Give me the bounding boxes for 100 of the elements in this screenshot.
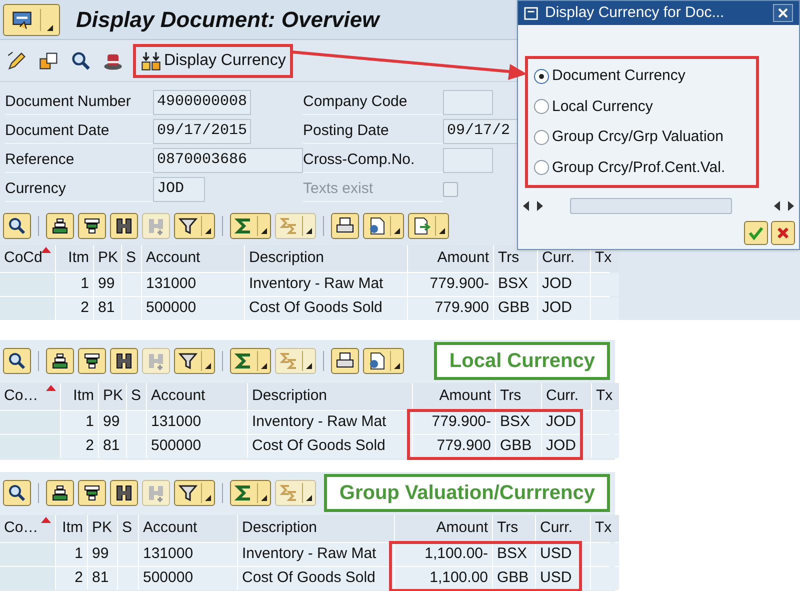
- radio-button[interactable]: [534, 160, 549, 176]
- column-header[interactable]: Account: [147, 383, 247, 410]
- column-header[interactable]: Co…: [0, 515, 55, 542]
- find-button[interactable]: [110, 213, 138, 239]
- column-header[interactable]: PK: [94, 245, 121, 272]
- print-button[interactable]: [331, 348, 359, 374]
- view-button[interactable]: [363, 348, 404, 374]
- scrollbar-thumb[interactable]: [570, 198, 732, 214]
- table-cell: 131000: [142, 273, 244, 296]
- column-header[interactable]: Curr.: [542, 383, 591, 410]
- table-cell: Inventory - Raw Mat: [245, 273, 407, 296]
- caret-icon: [47, 24, 53, 30]
- column-header[interactable]: Amount: [413, 383, 495, 410]
- table-cell: [0, 411, 60, 434]
- details-button[interactable]: [3, 348, 31, 374]
- filter-button[interactable]: [174, 348, 215, 374]
- column-header[interactable]: Co…: [0, 383, 60, 410]
- input-field[interactable]: [443, 90, 493, 115]
- sort-ascending-button[interactable]: [46, 213, 74, 239]
- column-header[interactable]: Tx: [592, 383, 619, 410]
- table-cell: [0, 297, 55, 320]
- column-header[interactable]: Trs: [494, 245, 537, 272]
- input-field[interactable]: 09/17/2015: [153, 119, 251, 144]
- sort-ascending-button[interactable]: [46, 348, 74, 374]
- radio-option[interactable]: Document Currency: [534, 65, 750, 88]
- table-cell: [122, 297, 141, 320]
- stack-icon: [82, 216, 102, 236]
- caret-icon: [205, 228, 211, 234]
- sort-descending-button[interactable]: [78, 348, 106, 374]
- table-cell: [118, 543, 138, 566]
- sort-descending-button[interactable]: [78, 213, 106, 239]
- radio-option[interactable]: Local Currency: [534, 96, 750, 118]
- table-cell: Inventory - Raw Mat: [248, 411, 412, 434]
- column-header[interactable]: Amount: [408, 245, 493, 272]
- scroll-right-icon[interactable]: [536, 201, 544, 211]
- column-header[interactable]: Trs: [496, 383, 541, 410]
- column-header[interactable]: PK: [88, 515, 117, 542]
- column-header[interactable]: Curr.: [536, 515, 590, 542]
- scroll-right-icon[interactable]: [787, 201, 795, 211]
- radio-button[interactable]: [534, 68, 549, 84]
- display-currency-button[interactable]: Display Currency: [136, 46, 290, 74]
- screen-title: Display Document: Overview: [76, 6, 380, 34]
- filter-button[interactable]: [174, 480, 215, 506]
- menu-button[interactable]: [3, 4, 60, 36]
- column-header[interactable]: Itm: [61, 383, 98, 410]
- caption-label: Local Currency: [434, 342, 610, 380]
- radio-option[interactable]: Group Crcy/Grp Valuation: [534, 126, 750, 148]
- column-header[interactable]: PK: [99, 383, 126, 410]
- scroll-left-icon[interactable]: [773, 201, 781, 211]
- column-header[interactable]: Itm: [56, 515, 87, 542]
- table-cell: 500000: [147, 435, 247, 458]
- column-header[interactable]: Amount: [395, 515, 492, 542]
- close-icon: [776, 226, 790, 240]
- column-header[interactable]: Trs: [493, 515, 535, 542]
- scroll-left-icon[interactable]: [522, 201, 530, 211]
- input-field[interactable]: 0870003686: [153, 148, 303, 173]
- find-button[interactable]: [110, 348, 138, 374]
- table-cell: 1,100.00: [395, 567, 492, 590]
- table-cell: [0, 543, 55, 566]
- column-header[interactable]: CoCd: [0, 245, 55, 272]
- column-header[interactable]: S: [118, 515, 138, 542]
- radio-option[interactable]: Group Crcy/Prof.Cent.Val.: [534, 156, 750, 179]
- input-field[interactable]: JOD: [153, 177, 205, 202]
- cancel-button[interactable]: [771, 221, 795, 245]
- table-cell: 81: [99, 435, 126, 458]
- radio-button[interactable]: [534, 130, 549, 145]
- print-button[interactable]: [331, 213, 359, 239]
- details-button[interactable]: [3, 480, 31, 506]
- total-button[interactable]: [230, 213, 271, 239]
- magnifier-icon: [70, 50, 92, 72]
- sort-descending-button[interactable]: [78, 480, 106, 506]
- column-header[interactable]: Account: [139, 515, 237, 542]
- filter-button[interactable]: [174, 213, 215, 239]
- export-button[interactable]: [408, 213, 449, 239]
- field-label: Texts exist: [303, 177, 443, 202]
- column-header[interactable]: Tx: [591, 515, 619, 542]
- total-button[interactable]: [230, 480, 271, 506]
- details-button[interactable]: [3, 213, 31, 239]
- radio-button[interactable]: [534, 99, 549, 114]
- column-header[interactable]: S: [122, 245, 141, 272]
- checkmark-icon: [748, 225, 764, 241]
- document-icon: [367, 216, 387, 236]
- column-header[interactable]: Account: [142, 245, 244, 272]
- total-button[interactable]: [230, 348, 271, 374]
- close-button[interactable]: [773, 4, 793, 22]
- find-button[interactable]: [110, 480, 138, 506]
- column-header[interactable]: Description: [248, 383, 412, 410]
- column-header[interactable]: Itm: [56, 245, 93, 272]
- column-header[interactable]: Description: [238, 515, 394, 542]
- stack-icon: [50, 483, 70, 503]
- ok-button[interactable]: [744, 221, 768, 245]
- sort-ascending-button[interactable]: [46, 480, 74, 506]
- sigma-icon: [279, 216, 299, 236]
- input-field[interactable]: [443, 148, 493, 173]
- table-cell: 1: [56, 273, 93, 296]
- column-header[interactable]: S: [127, 383, 146, 410]
- table-cell: [122, 273, 141, 296]
- column-header[interactable]: Description: [245, 245, 407, 272]
- view-button[interactable]: [363, 213, 404, 239]
- input-field[interactable]: 4900000008: [153, 90, 251, 115]
